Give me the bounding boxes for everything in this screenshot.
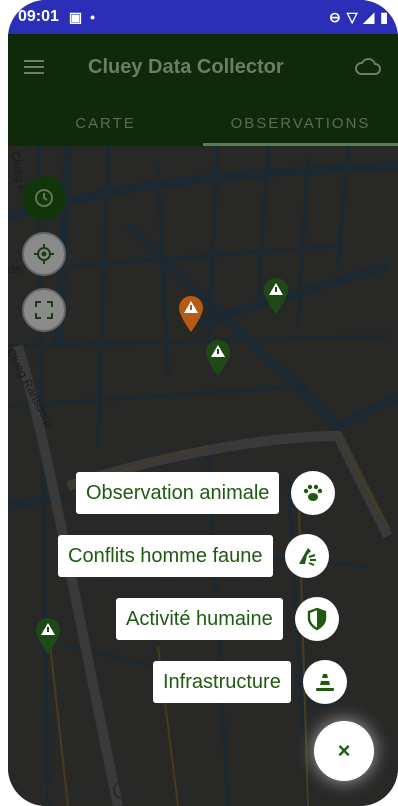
clock-icon	[35, 189, 53, 207]
close-speed-dial-button[interactable]: ×	[314, 721, 374, 781]
mapbox-logo-icon	[20, 782, 36, 798]
cloud-icon[interactable]	[354, 58, 382, 76]
fullscreen-button[interactable]	[22, 288, 66, 332]
speed-dial-item-conflits[interactable]: Conflits homme faune	[58, 534, 329, 578]
bird-alert-icon[interactable]	[284, 534, 329, 578]
dot-icon: •	[90, 9, 96, 25]
speed-dial-label[interactable]: Infrastructure	[153, 661, 291, 703]
status-right-icons: ⊖ ▽ ◢ ▮	[329, 9, 388, 26]
speed-dial-item-infrastructure[interactable]: Infrastructure	[153, 660, 347, 704]
marker-green[interactable]	[33, 616, 63, 656]
notification-icon: ▣	[68, 8, 83, 25]
mapbox-attribution: mapbox i	[20, 780, 132, 800]
signal-icon: ◢	[363, 8, 375, 25]
tab-observations[interactable]: OBSERVATIONS	[203, 100, 398, 146]
app-title: Cluey Data Collector	[88, 55, 284, 78]
marker-green[interactable]	[203, 338, 233, 378]
phone-screen: 09:01 ▣ • ⊖ ▽ ◢ ▮ Cluey Data Collector C…	[8, 0, 398, 806]
shield-icon[interactable]	[294, 597, 339, 641]
tab-bar: CARTE OBSERVATIONS	[8, 100, 398, 146]
battery-icon: ▮	[380, 8, 388, 25]
crosshair-icon	[34, 244, 54, 264]
speed-dial-label[interactable]: Activité humaine	[116, 598, 283, 640]
marker-green[interactable]	[261, 276, 291, 316]
street-label: de	[8, 262, 22, 276]
speed-dial-item-observation-animale[interactable]: Observation animale	[76, 471, 336, 515]
status-bar: 09:01 ▣ • ⊖ ▽ ◢ ▮	[8, 0, 398, 34]
speed-dial-item-activite-humaine[interactable]: Activité humaine	[116, 597, 339, 641]
expand-icon	[35, 301, 53, 319]
info-icon[interactable]: i	[113, 781, 132, 799]
hamburger-icon[interactable]	[24, 60, 44, 74]
app-bar: Cluey Data Collector	[8, 34, 398, 100]
cone-icon[interactable]	[302, 660, 347, 704]
locate-button[interactable]	[22, 232, 66, 276]
paw-icon[interactable]	[291, 471, 336, 515]
tab-carte[interactable]: CARTE	[8, 100, 203, 146]
marker-orange[interactable]	[176, 294, 206, 334]
speed-dial-label[interactable]: Observation animale	[76, 472, 280, 514]
wifi-icon: ▽	[346, 8, 358, 25]
mapbox-text: mapbox	[42, 780, 108, 799]
do-not-disturb-icon: ⊖	[328, 8, 341, 25]
status-time: 09:01	[18, 8, 59, 25]
history-button[interactable]	[22, 176, 66, 220]
speed-dial-label[interactable]: Conflits homme faune	[58, 535, 273, 577]
